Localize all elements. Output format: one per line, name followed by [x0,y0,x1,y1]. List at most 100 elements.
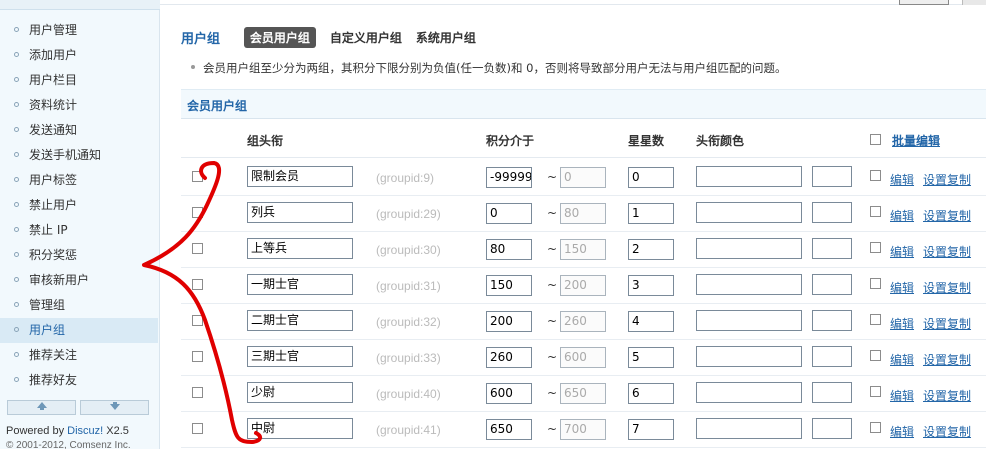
edit-select-checkbox[interactable] [870,206,881,217]
credits-low-input[interactable]: 0 [486,203,532,224]
copy-settings-link[interactable]: 设置复制 [923,207,971,224]
color-swatch[interactable] [812,382,852,403]
color-swatch[interactable] [812,238,852,259]
scroll-up-button[interactable] [7,400,76,415]
group-title-input[interactable]: 上等兵 [247,238,353,259]
tab[interactable]: 自定义用户组 [330,29,402,46]
group-title-input[interactable]: 二期士官 [247,310,353,331]
sidebar-item[interactable]: 审核新用户 [0,268,158,293]
copy-settings-link[interactable]: 设置复制 [923,351,971,368]
sidebar-item[interactable]: 禁止 IP [0,218,158,243]
credits-low-input[interactable]: 150 [486,275,532,296]
sidebar-item[interactable]: 用户管理 [0,18,158,43]
credits-low-input[interactable]: 650 [486,419,532,440]
edit-select-checkbox[interactable] [870,422,881,433]
title-color-input[interactable] [696,382,802,403]
sidebar-item[interactable]: 发送通知 [0,118,158,143]
title-color-input[interactable] [696,310,802,331]
credits-low-input[interactable]: 200 [486,311,532,332]
stars-input[interactable]: 4 [628,311,674,332]
row-select-checkbox[interactable] [192,387,203,398]
color-swatch[interactable] [812,202,852,223]
credits-low-input[interactable]: -99999 [486,167,532,188]
credits-low-input[interactable]: 600 [486,383,532,404]
edit-select-checkbox[interactable] [870,278,881,289]
credits-low-input[interactable]: 260 [486,347,532,368]
copy-settings-link[interactable]: 设置复制 [923,315,971,332]
stars-input[interactable]: 2 [628,239,674,260]
sidebar-item[interactable]: 推荐关注 [0,343,158,368]
sidebar-item[interactable]: 发送手机通知 [0,143,158,168]
row-select-checkbox[interactable] [192,279,203,290]
row-select-checkbox[interactable] [192,315,203,326]
sidebar-item[interactable]: 资料统计 [0,93,158,118]
edit-link[interactable]: 编辑 [890,171,914,188]
edit-link[interactable]: 编辑 [890,315,914,332]
batch-edit-link[interactable]: 批量编辑 [892,132,940,149]
range-tilde: ~ [547,206,558,220]
group-title-input[interactable]: 一期士官 [247,274,353,295]
group-title-input[interactable]: 三期士官 [247,346,353,367]
credits-high-input: 0 [560,167,606,188]
powered-brand-link[interactable]: Discuz! [67,425,103,437]
group-title-input[interactable]: 中尉 [247,418,353,439]
edit-link[interactable]: 编辑 [890,279,914,296]
row-select-checkbox[interactable] [192,171,203,182]
edit-select-checkbox[interactable] [870,386,881,397]
color-swatch[interactable] [812,274,852,295]
sidebar-item[interactable]: 积分奖惩 [0,243,158,268]
color-swatch[interactable] [812,346,852,367]
group-title-input[interactable]: 限制会员 [247,166,353,187]
row-select-checkbox[interactable] [192,351,203,362]
stars-input[interactable]: 3 [628,275,674,296]
row-select-checkbox[interactable] [192,207,203,218]
sidebar-item[interactable]: 用户标签 [0,168,158,193]
stars-input[interactable]: 0 [628,167,674,188]
row-select-checkbox[interactable] [192,423,203,434]
edit-link[interactable]: 编辑 [890,387,914,404]
scroll-down-button[interactable] [80,400,149,415]
stars-input[interactable]: 5 [628,347,674,368]
edit-select-checkbox[interactable] [870,242,881,253]
stars-input[interactable]: 7 [628,419,674,440]
title-color-input[interactable] [696,274,802,295]
edit-select-checkbox[interactable] [870,170,881,181]
sidebar-item[interactable]: 推荐好友 [0,368,158,393]
sidebar-item[interactable]: 管理组 [0,293,158,318]
row-select-checkbox[interactable] [192,243,203,254]
color-swatch[interactable] [812,166,852,187]
color-swatch[interactable] [812,418,852,439]
copy-settings-link[interactable]: 设置复制 [923,387,971,404]
copy-settings-link[interactable]: 设置复制 [923,243,971,260]
range-tilde: ~ [547,350,558,364]
sidebar-item-label: 积分奖惩 [29,248,78,262]
stars-input[interactable]: 6 [628,383,674,404]
copy-settings-link[interactable]: 设置复制 [923,423,971,440]
title-color-input[interactable] [696,238,802,259]
sidebar-item[interactable]: 用户栏目 [0,68,158,93]
bullet-icon [14,377,19,382]
title-color-input[interactable] [696,418,802,439]
edit-select-checkbox[interactable] [870,314,881,325]
title-color-input[interactable] [696,166,802,187]
color-swatch[interactable] [812,310,852,331]
tab[interactable]: 会员用户组 [243,27,316,48]
title-color-input[interactable] [696,202,802,223]
title-color-input[interactable] [696,346,802,367]
batch-edit-checkbox[interactable] [870,134,881,145]
group-title-input[interactable]: 列兵 [247,202,353,223]
edit-link[interactable]: 编辑 [890,423,914,440]
copy-settings-link[interactable]: 设置复制 [923,279,971,296]
sidebar-item[interactable]: 禁止用户 [0,193,158,218]
edit-link[interactable]: 编辑 [890,351,914,368]
credits-low-input[interactable]: 80 [486,239,532,260]
edit-link[interactable]: 编辑 [890,207,914,224]
edit-link[interactable]: 编辑 [890,243,914,260]
edit-select-checkbox[interactable] [870,350,881,361]
group-title-input[interactable]: 少尉 [247,382,353,403]
copy-settings-link[interactable]: 设置复制 [923,171,971,188]
sidebar-item[interactable]: 用户组 [0,318,158,343]
stars-input[interactable]: 1 [628,203,674,224]
sidebar-item[interactable]: 添加用户 [0,43,158,68]
tab[interactable]: 系统用户组 [416,29,476,46]
